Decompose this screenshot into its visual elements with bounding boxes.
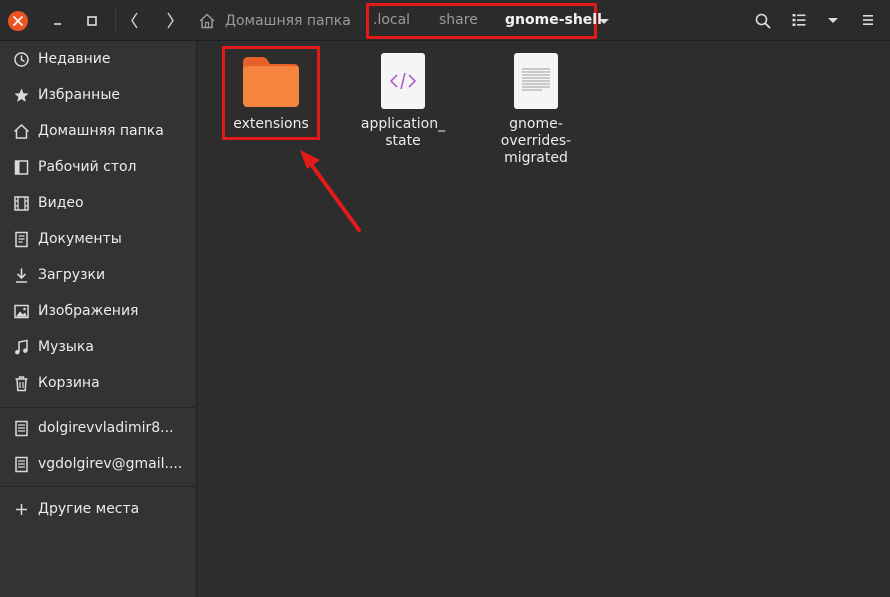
download-icon (13, 267, 30, 284)
file-item-gnome-overrides-migrated[interactable]: gnome- overrides- migrated (486, 53, 586, 167)
sidebar-item-pictures[interactable]: Изображения (0, 293, 197, 329)
list-view-icon (792, 14, 806, 26)
minimize-icon (54, 23, 61, 25)
sidebar-item-other-locations[interactable]: Другие места (0, 491, 197, 527)
sidebar-item-label: Корзина (38, 375, 100, 391)
file-item-extensions[interactable]: extensions (223, 55, 319, 133)
home-icon (199, 13, 215, 29)
view-options-button[interactable] (825, 12, 841, 28)
breadcrumb-home-label: Домашняя папка (225, 13, 351, 29)
file-view: extensions application_ state gnome- ove… (198, 41, 890, 597)
sidebar-item-music[interactable]: Музыка (0, 329, 197, 365)
star-icon (13, 87, 30, 104)
annotation-arrow (300, 150, 361, 232)
sidebar-item-label: Видео (38, 195, 84, 211)
sidebar-item-label: Загрузки (38, 267, 106, 283)
chevron-right-icon (167, 12, 174, 29)
sidebar-item-documents[interactable]: Документы (0, 221, 197, 257)
file-item-application-state[interactable]: application_ state (353, 53, 453, 150)
sidebar-separator (0, 486, 197, 487)
maximize-button[interactable] (84, 13, 100, 29)
triangle-down-icon (599, 19, 609, 24)
file-name-line-2: overrides- (500, 133, 572, 149)
clock-icon (13, 51, 30, 68)
file-name: extensions (233, 116, 309, 132)
breadcrumb-gnome-shell[interactable]: gnome-shell (505, 12, 602, 29)
breadcrumb-share[interactable]: share (439, 12, 478, 29)
file-name-line-1: application_ (360, 116, 446, 132)
drive-icon (13, 456, 30, 473)
sidebar-separator (0, 407, 197, 408)
plus-icon (13, 501, 30, 518)
breadcrumb-home[interactable]: Домашняя папка (198, 9, 351, 33)
chevron-left-icon (131, 12, 138, 29)
list-view-button[interactable] (791, 12, 807, 28)
close-button[interactable] (8, 11, 28, 31)
sidebar-item-desktop[interactable]: Рабочий стол (0, 149, 197, 185)
sidebar-item-label: Другие места (38, 501, 140, 517)
sidebar-item-recent[interactable]: Недавние (0, 41, 197, 77)
code-file-icon (381, 53, 425, 109)
back-button[interactable] (127, 10, 143, 31)
sidebar-item-account-2[interactable]: vgdolgirev@gmail.... (0, 446, 197, 482)
music-icon (13, 339, 30, 356)
sidebar-item-label: Документы (38, 231, 122, 247)
header-bar: Домашняя папка .local share gnome-shell (0, 0, 890, 41)
search-button[interactable] (754, 12, 772, 30)
maximize-icon (87, 16, 97, 26)
desktop-icon (13, 159, 30, 176)
trash-icon (13, 375, 30, 392)
file-name-line-2: state (385, 133, 421, 149)
sidebar-item-downloads[interactable]: Загрузки (0, 257, 197, 293)
sidebar-item-account-1[interactable]: dolgirevvladimir8... (0, 410, 197, 446)
minimize-button[interactable] (50, 13, 66, 29)
sidebar-item-label: dolgirevvladimir8... (38, 420, 174, 436)
main-menu-button[interactable] (860, 12, 876, 28)
sidebar-item-trash[interactable]: Корзина (0, 365, 197, 401)
image-icon (13, 303, 30, 320)
header-separator (115, 8, 116, 33)
sidebar-item-label: Рабочий стол (38, 159, 137, 175)
sidebar-item-label: Домашняя папка (38, 123, 164, 139)
close-icon (13, 16, 23, 26)
path-dropdown-button[interactable] (596, 13, 612, 29)
document-icon (13, 231, 30, 248)
folder-icon (243, 57, 299, 107)
hamburger-menu-icon (863, 15, 873, 25)
forward-button[interactable] (162, 10, 178, 31)
search-icon (755, 13, 771, 29)
file-name-line-3: migrated (504, 150, 568, 166)
sidebar-item-label: Недавние (38, 51, 111, 67)
sidebar: Недавние Избранные Домашняя папка Рабочи… (0, 41, 197, 597)
triangle-down-icon (828, 18, 838, 23)
breadcrumb-local[interactable]: .local (373, 12, 410, 29)
file-name-line-1: gnome- (509, 116, 563, 132)
text-file-icon (514, 53, 558, 109)
sidebar-item-label: Музыка (38, 339, 94, 355)
home-icon (13, 123, 30, 140)
sidebar-item-home[interactable]: Домашняя папка (0, 113, 197, 149)
sidebar-item-videos[interactable]: Видео (0, 185, 197, 221)
sidebar-item-starred[interactable]: Избранные (0, 77, 197, 113)
sidebar-item-label: Изображения (38, 303, 139, 319)
sidebar-item-label: Избранные (38, 87, 120, 103)
drive-icon (13, 420, 30, 437)
sidebar-item-label: vgdolgirev@gmail.... (38, 456, 183, 472)
film-icon (13, 195, 30, 212)
